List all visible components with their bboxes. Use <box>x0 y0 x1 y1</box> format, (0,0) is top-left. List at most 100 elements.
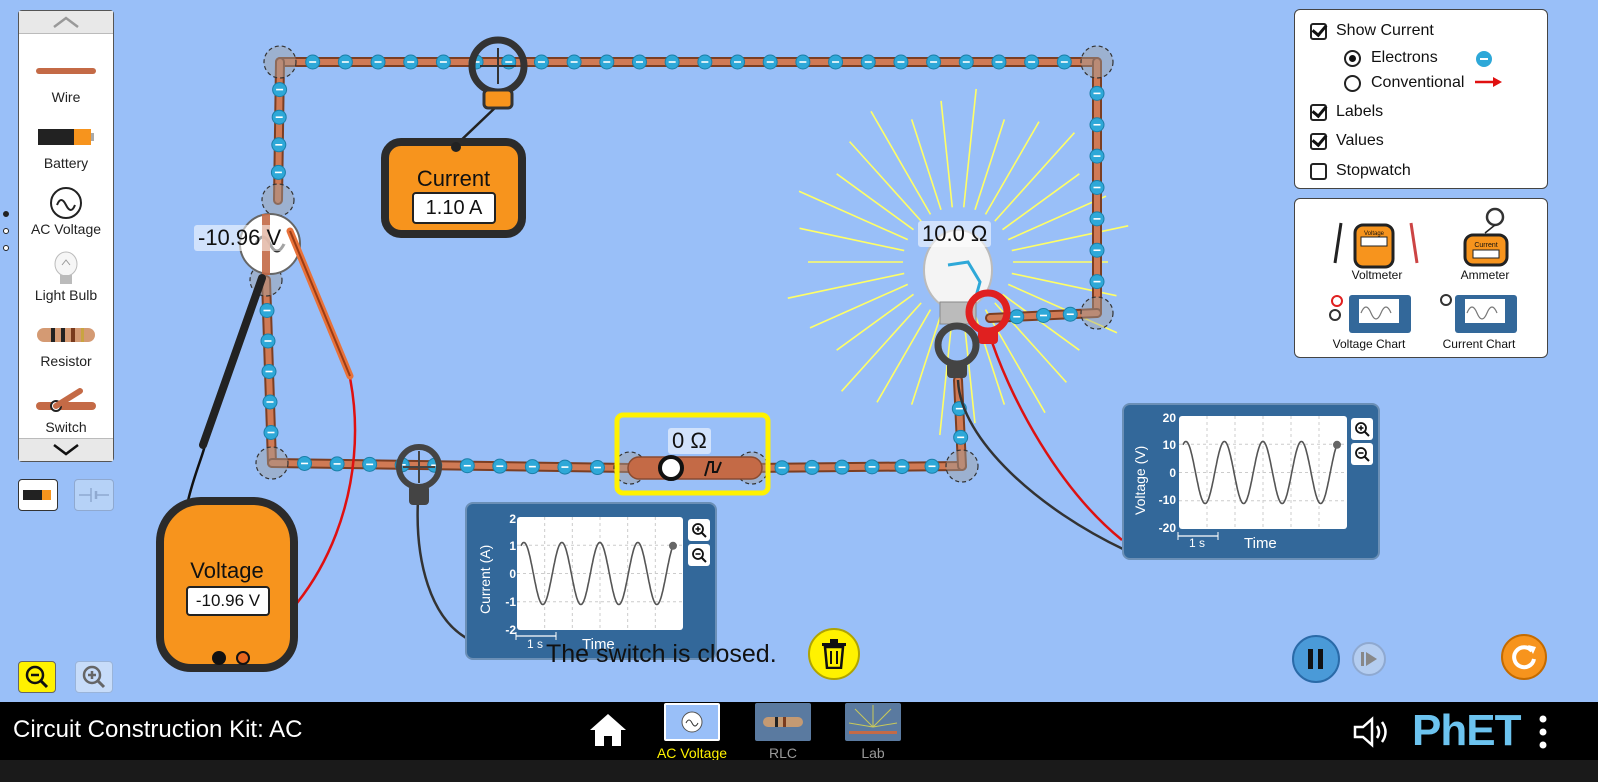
browser-bottom-strip <box>0 760 1598 782</box>
electron <box>893 54 909 70</box>
sound-toggle-button[interactable] <box>1353 716 1393 753</box>
phet-logo[interactable]: PhET <box>1412 706 1521 756</box>
checkbox[interactable] <box>1310 132 1327 150</box>
current-chart-probe[interactable] <box>396 444 471 642</box>
labels-checkbox[interactable]: Labels <box>1310 103 1383 121</box>
current-chart-ylabel: Current (A) <box>477 544 493 614</box>
electron <box>804 459 820 475</box>
zoom-out-button[interactable] <box>18 661 56 693</box>
current-chart-tick: -1 <box>505 595 516 609</box>
voltmeter[interactable]: Voltage -10.96 V <box>156 497 298 672</box>
voltage-chart-tick: 10 <box>1162 438 1176 452</box>
step-forward-button[interactable] <box>1352 642 1386 676</box>
light-bulb-icon <box>53 251 79 287</box>
electron <box>1089 180 1105 195</box>
conventional-radio[interactable]: Conventional <box>1344 74 1464 92</box>
voltage-chart[interactable]: Voltage (V) 20 10 0 -10 -20 1 s Time <box>1122 403 1380 560</box>
electron <box>557 459 573 475</box>
voltmeter-tool-label: Voltmeter <box>1351 268 1403 282</box>
ammeter-probe[interactable] <box>454 36 528 147</box>
light-ray <box>910 314 942 405</box>
electron <box>860 54 876 70</box>
reset-icon <box>1512 645 1536 670</box>
electron <box>926 54 942 70</box>
switch-resistance-label: 0 Ω <box>668 428 711 454</box>
component-carousel: Wire Battery AC Voltage Light Bulb Resis… <box>18 10 114 462</box>
play-pause-button[interactable] <box>1292 635 1340 683</box>
zoom-in-icon <box>692 523 707 538</box>
voltage-chart-tool-label: Voltage Chart <box>1332 337 1406 351</box>
zoom-in-button[interactable] <box>75 661 113 693</box>
voltmeter-red-jack <box>236 651 250 665</box>
light-ray <box>1002 173 1080 231</box>
chart-zoom-out-button[interactable] <box>1351 443 1373 465</box>
stopwatch-checkbox[interactable]: Stopwatch <box>1310 162 1411 180</box>
carousel-item-ac-voltage[interactable]: AC Voltage <box>19 179 113 241</box>
page-dot-1[interactable] <box>3 211 9 217</box>
electron <box>262 394 278 410</box>
values-checkbox[interactable]: Values <box>1310 132 1384 150</box>
electron <box>664 54 680 70</box>
chart-zoom-out-button[interactable] <box>688 544 710 566</box>
lifelike-view-button[interactable] <box>18 479 58 511</box>
status-message: The switch is closed. <box>546 640 777 668</box>
page-dot-2[interactable] <box>3 228 9 234</box>
schematic-view-button[interactable] <box>74 479 114 511</box>
time-scale-label: 1 s <box>527 637 544 651</box>
reset-all-button[interactable] <box>1501 634 1547 680</box>
electron <box>259 303 275 318</box>
carousel-item-switch[interactable]: Switch <box>19 377 113 439</box>
sound-on-icon <box>1353 716 1387 748</box>
electron <box>762 54 778 70</box>
carousel-item-wire[interactable]: Wire <box>19 47 113 109</box>
radio-button[interactable] <box>1344 49 1361 67</box>
carousel-down-button[interactable] <box>19 438 113 461</box>
voltage-chart-probes[interactable] <box>934 289 1126 552</box>
screen-tab-ac-voltage[interactable]: AC Voltage <box>656 702 728 762</box>
electron <box>533 54 549 70</box>
home-icon <box>590 714 626 746</box>
show-current-checkbox[interactable]: Show Current <box>1310 22 1434 40</box>
delete-button[interactable] <box>808 628 860 680</box>
current-chart-tool-icon[interactable] <box>1439 293 1519 335</box>
voltage-chart-tick: 0 <box>1169 466 1176 480</box>
phet-menu-button[interactable] <box>1537 715 1549 754</box>
current-chart[interactable]: Current (A) 2 1 0 -1 -2 1 s Time <box>465 502 717 660</box>
electron <box>1089 242 1105 258</box>
conventional-arrow-icon <box>1475 77 1502 87</box>
voltmeter-tool-icon[interactable]: Voltage <box>1333 213 1419 271</box>
screen-tab-lab[interactable]: Lab <box>837 702 909 762</box>
carousel-item-light-bulb[interactable]: Light Bulb <box>19 245 113 307</box>
page-dot-3[interactable] <box>3 245 9 251</box>
light-ray <box>836 293 914 351</box>
zoom-out-icon <box>25 665 49 689</box>
electron <box>991 54 1007 70</box>
step-forward-icon <box>1361 652 1377 666</box>
wire-icon <box>36 53 96 89</box>
checkbox[interactable] <box>1310 22 1327 40</box>
electron <box>492 458 508 474</box>
electron <box>795 54 811 70</box>
chart-zoom-in-button[interactable] <box>1351 418 1373 440</box>
sim-title: Circuit Construction Kit: AC <box>13 716 303 743</box>
carousel-item-battery[interactable]: Battery <box>19 113 113 175</box>
ammeter-tool-icon[interactable]: Current <box>1461 205 1511 269</box>
ammeter[interactable]: Current 1.10 A <box>381 138 526 238</box>
screen-tab-rlc[interactable]: RLC <box>747 702 819 762</box>
carousel-up-button[interactable] <box>19 11 113 34</box>
radio-button[interactable] <box>1344 74 1361 92</box>
checkbox[interactable] <box>1310 103 1327 121</box>
electron <box>329 456 345 472</box>
chevron-down-icon <box>53 444 79 456</box>
carousel-item-resistor[interactable]: Resistor <box>19 311 113 373</box>
home-button[interactable] <box>588 712 628 753</box>
chart-zoom-in-button[interactable] <box>688 519 710 541</box>
current-value-point <box>669 541 677 550</box>
voltage-chart-tick: 20 <box>1162 411 1176 425</box>
checkbox[interactable] <box>1310 162 1327 180</box>
electrons-radio[interactable]: Electrons <box>1344 49 1438 67</box>
voltage-chart-tool-icon[interactable] <box>1329 293 1413 335</box>
voltage-chart-plot <box>1179 416 1347 529</box>
electron <box>261 364 277 379</box>
electron <box>1089 274 1105 290</box>
